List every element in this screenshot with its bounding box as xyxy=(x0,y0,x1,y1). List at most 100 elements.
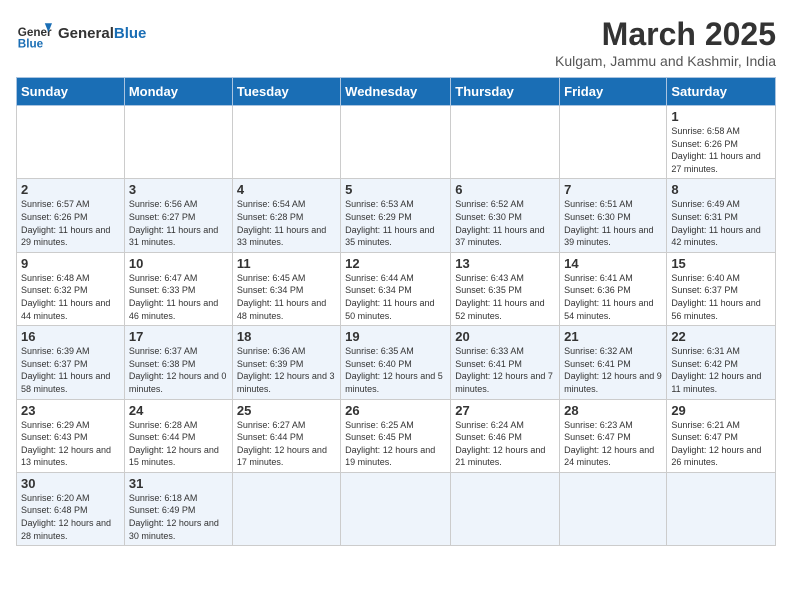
day-number: 18 xyxy=(237,329,336,344)
calendar-cell: 20Sunrise: 6:33 AM Sunset: 6:41 PM Dayli… xyxy=(451,326,560,399)
day-info: Sunrise: 6:57 AM Sunset: 6:26 PM Dayligh… xyxy=(21,198,120,248)
calendar-cell xyxy=(124,106,232,179)
day-info: Sunrise: 6:44 AM Sunset: 6:34 PM Dayligh… xyxy=(345,272,446,322)
day-number: 20 xyxy=(455,329,555,344)
day-info: Sunrise: 6:39 AM Sunset: 6:37 PM Dayligh… xyxy=(21,345,120,395)
day-info: Sunrise: 6:23 AM Sunset: 6:47 PM Dayligh… xyxy=(564,419,662,469)
day-info: Sunrise: 6:58 AM Sunset: 6:26 PM Dayligh… xyxy=(671,125,771,175)
calendar-cell xyxy=(560,106,667,179)
day-number: 12 xyxy=(345,256,446,271)
day-number: 11 xyxy=(237,256,336,271)
month-title: March 2025 xyxy=(555,16,776,53)
calendar-cell: 4Sunrise: 6:54 AM Sunset: 6:28 PM Daylig… xyxy=(232,179,340,252)
calendar-week-row: 2Sunrise: 6:57 AM Sunset: 6:26 PM Daylig… xyxy=(17,179,776,252)
day-number: 17 xyxy=(129,329,228,344)
day-info: Sunrise: 6:36 AM Sunset: 6:39 PM Dayligh… xyxy=(237,345,336,395)
calendar-cell: 31Sunrise: 6:18 AM Sunset: 6:49 PM Dayli… xyxy=(124,472,232,545)
calendar-cell xyxy=(341,106,451,179)
day-number: 9 xyxy=(21,256,120,271)
svg-text:Blue: Blue xyxy=(18,38,44,51)
day-number: 23 xyxy=(21,403,120,418)
day-number: 10 xyxy=(129,256,228,271)
calendar-cell: 10Sunrise: 6:47 AM Sunset: 6:33 PM Dayli… xyxy=(124,252,232,325)
calendar-cell xyxy=(232,472,340,545)
day-info: Sunrise: 6:56 AM Sunset: 6:27 PM Dayligh… xyxy=(129,198,228,248)
day-number: 5 xyxy=(345,182,446,197)
calendar-cell: 26Sunrise: 6:25 AM Sunset: 6:45 PM Dayli… xyxy=(341,399,451,472)
calendar-cell: 6Sunrise: 6:52 AM Sunset: 6:30 PM Daylig… xyxy=(451,179,560,252)
day-info: Sunrise: 6:49 AM Sunset: 6:31 PM Dayligh… xyxy=(671,198,771,248)
calendar-cell: 16Sunrise: 6:39 AM Sunset: 6:37 PM Dayli… xyxy=(17,326,125,399)
calendar-cell: 7Sunrise: 6:51 AM Sunset: 6:30 PM Daylig… xyxy=(560,179,667,252)
calendar-week-row: 9Sunrise: 6:48 AM Sunset: 6:32 PM Daylig… xyxy=(17,252,776,325)
calendar-cell: 24Sunrise: 6:28 AM Sunset: 6:44 PM Dayli… xyxy=(124,399,232,472)
weekday-header: Sunday xyxy=(17,78,125,106)
day-number: 2 xyxy=(21,182,120,197)
calendar-week-row: 1Sunrise: 6:58 AM Sunset: 6:26 PM Daylig… xyxy=(17,106,776,179)
day-info: Sunrise: 6:52 AM Sunset: 6:30 PM Dayligh… xyxy=(455,198,555,248)
day-info: Sunrise: 6:35 AM Sunset: 6:40 PM Dayligh… xyxy=(345,345,446,395)
day-info: Sunrise: 6:54 AM Sunset: 6:28 PM Dayligh… xyxy=(237,198,336,248)
weekday-header: Wednesday xyxy=(341,78,451,106)
day-number: 28 xyxy=(564,403,662,418)
day-info: Sunrise: 6:25 AM Sunset: 6:45 PM Dayligh… xyxy=(345,419,446,469)
weekday-header-row: SundayMondayTuesdayWednesdayThursdayFrid… xyxy=(17,78,776,106)
day-number: 21 xyxy=(564,329,662,344)
day-info: Sunrise: 6:18 AM Sunset: 6:49 PM Dayligh… xyxy=(129,492,228,542)
day-number: 8 xyxy=(671,182,771,197)
calendar-cell: 1Sunrise: 6:58 AM Sunset: 6:26 PM Daylig… xyxy=(667,106,776,179)
day-number: 29 xyxy=(671,403,771,418)
location: Kulgam, Jammu and Kashmir, India xyxy=(555,53,776,69)
calendar-cell xyxy=(667,472,776,545)
calendar-cell: 15Sunrise: 6:40 AM Sunset: 6:37 PM Dayli… xyxy=(667,252,776,325)
day-number: 19 xyxy=(345,329,446,344)
day-number: 24 xyxy=(129,403,228,418)
title-block: March 2025 Kulgam, Jammu and Kashmir, In… xyxy=(555,16,776,69)
calendar-cell: 23Sunrise: 6:29 AM Sunset: 6:43 PM Dayli… xyxy=(17,399,125,472)
calendar-cell xyxy=(232,106,340,179)
calendar-cell: 29Sunrise: 6:21 AM Sunset: 6:47 PM Dayli… xyxy=(667,399,776,472)
day-number: 13 xyxy=(455,256,555,271)
weekday-header: Monday xyxy=(124,78,232,106)
day-number: 27 xyxy=(455,403,555,418)
calendar-cell xyxy=(341,472,451,545)
day-number: 3 xyxy=(129,182,228,197)
day-info: Sunrise: 6:45 AM Sunset: 6:34 PM Dayligh… xyxy=(237,272,336,322)
day-number: 1 xyxy=(671,109,771,124)
calendar-cell: 17Sunrise: 6:37 AM Sunset: 6:38 PM Dayli… xyxy=(124,326,232,399)
weekday-header: Friday xyxy=(560,78,667,106)
calendar-cell: 2Sunrise: 6:57 AM Sunset: 6:26 PM Daylig… xyxy=(17,179,125,252)
day-info: Sunrise: 6:43 AM Sunset: 6:35 PM Dayligh… xyxy=(455,272,555,322)
calendar-cell: 25Sunrise: 6:27 AM Sunset: 6:44 PM Dayli… xyxy=(232,399,340,472)
calendar-cell: 27Sunrise: 6:24 AM Sunset: 6:46 PM Dayli… xyxy=(451,399,560,472)
day-number: 6 xyxy=(455,182,555,197)
day-number: 16 xyxy=(21,329,120,344)
calendar-cell: 8Sunrise: 6:49 AM Sunset: 6:31 PM Daylig… xyxy=(667,179,776,252)
day-number: 14 xyxy=(564,256,662,271)
calendar-table: SundayMondayTuesdayWednesdayThursdayFrid… xyxy=(16,77,776,546)
calendar-cell: 5Sunrise: 6:53 AM Sunset: 6:29 PM Daylig… xyxy=(341,179,451,252)
day-info: Sunrise: 6:47 AM Sunset: 6:33 PM Dayligh… xyxy=(129,272,228,322)
day-number: 22 xyxy=(671,329,771,344)
calendar-cell: 19Sunrise: 6:35 AM Sunset: 6:40 PM Dayli… xyxy=(341,326,451,399)
day-info: Sunrise: 6:21 AM Sunset: 6:47 PM Dayligh… xyxy=(671,419,771,469)
calendar-cell: 22Sunrise: 6:31 AM Sunset: 6:42 PM Dayli… xyxy=(667,326,776,399)
calendar-cell: 13Sunrise: 6:43 AM Sunset: 6:35 PM Dayli… xyxy=(451,252,560,325)
day-info: Sunrise: 6:51 AM Sunset: 6:30 PM Dayligh… xyxy=(564,198,662,248)
logo-blue: Blue xyxy=(114,25,147,42)
day-info: Sunrise: 6:53 AM Sunset: 6:29 PM Dayligh… xyxy=(345,198,446,248)
calendar-cell: 9Sunrise: 6:48 AM Sunset: 6:32 PM Daylig… xyxy=(17,252,125,325)
calendar-cell: 18Sunrise: 6:36 AM Sunset: 6:39 PM Dayli… xyxy=(232,326,340,399)
day-info: Sunrise: 6:48 AM Sunset: 6:32 PM Dayligh… xyxy=(21,272,120,322)
logo: General Blue GeneralBlue xyxy=(16,16,146,52)
calendar-cell: 28Sunrise: 6:23 AM Sunset: 6:47 PM Dayli… xyxy=(560,399,667,472)
weekday-header: Tuesday xyxy=(232,78,340,106)
day-info: Sunrise: 6:29 AM Sunset: 6:43 PM Dayligh… xyxy=(21,419,120,469)
day-number: 15 xyxy=(671,256,771,271)
day-info: Sunrise: 6:41 AM Sunset: 6:36 PM Dayligh… xyxy=(564,272,662,322)
calendar-week-row: 23Sunrise: 6:29 AM Sunset: 6:43 PM Dayli… xyxy=(17,399,776,472)
calendar-cell: 12Sunrise: 6:44 AM Sunset: 6:34 PM Dayli… xyxy=(341,252,451,325)
calendar-week-row: 16Sunrise: 6:39 AM Sunset: 6:37 PM Dayli… xyxy=(17,326,776,399)
calendar-cell xyxy=(451,472,560,545)
calendar-cell xyxy=(451,106,560,179)
